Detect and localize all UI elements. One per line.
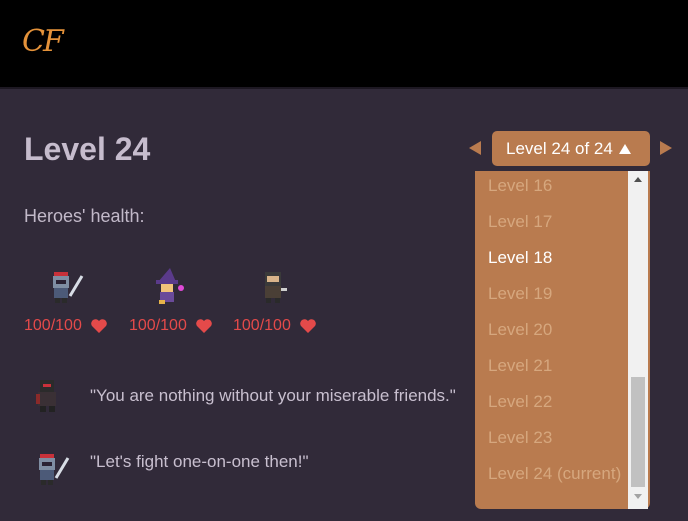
heart-icon (196, 319, 212, 333)
dropdown-option[interactable]: Level 24 (current) (488, 459, 621, 495)
logo[interactable]: CF (22, 24, 64, 59)
next-level-button[interactable] (660, 141, 672, 155)
top-bar: CF (0, 0, 688, 89)
hero-health: 100/100 (24, 317, 108, 335)
caret-up-icon (618, 143, 631, 154)
hero-health-value: 100/100 (24, 317, 82, 334)
dropdown-option[interactable]: Level 23 (488, 423, 552, 459)
dropdown-option[interactable]: Level 21 (488, 351, 552, 387)
page-title: Level 24 (24, 131, 151, 167)
dropdown-option[interactable]: Level 22 (488, 387, 552, 423)
heart-icon (300, 319, 316, 333)
dialog-line: "You are nothing without your miserable … (90, 386, 456, 405)
scroll-up-icon[interactable] (634, 177, 642, 182)
knight-icon (39, 454, 70, 485)
heroes-health-label: Heroes' health: (24, 206, 145, 226)
hero-health: 100/100 (233, 317, 317, 335)
dropdown-option[interactable]: Level 19 (488, 279, 552, 315)
scroll-thumb[interactable] (631, 377, 645, 487)
level-dropdown-list[interactable]: Level 16 Level 17 Level 18 Level 19 Leve… (475, 171, 650, 509)
dark-knight-icon (36, 380, 56, 412)
hero-health-value: 100/100 (233, 317, 291, 334)
heart-icon (91, 319, 107, 333)
scroll-down-icon[interactable] (634, 494, 642, 499)
previous-level-button[interactable] (469, 141, 481, 155)
level-select-label: Level 24 of 24 (506, 138, 613, 158)
wizard-icon (156, 268, 184, 304)
hero-health-value: 100/100 (129, 317, 187, 334)
knight-icon (53, 272, 84, 303)
dropdown-scrollbar[interactable] (628, 171, 648, 509)
dropdown-option[interactable]: Level 16 (488, 171, 552, 207)
rogue-icon (265, 272, 287, 303)
dropdown-option-highlighted[interactable]: Level 18 (488, 243, 552, 279)
dropdown-option[interactable]: Level 17 (488, 207, 552, 243)
dropdown-option[interactable]: Level 20 (488, 315, 552, 351)
dialog-line: "Let's fight one-on-one then!" (90, 452, 309, 471)
level-select[interactable]: Level 24 of 24 (492, 131, 650, 166)
hero-health: 100/100 (129, 317, 213, 335)
